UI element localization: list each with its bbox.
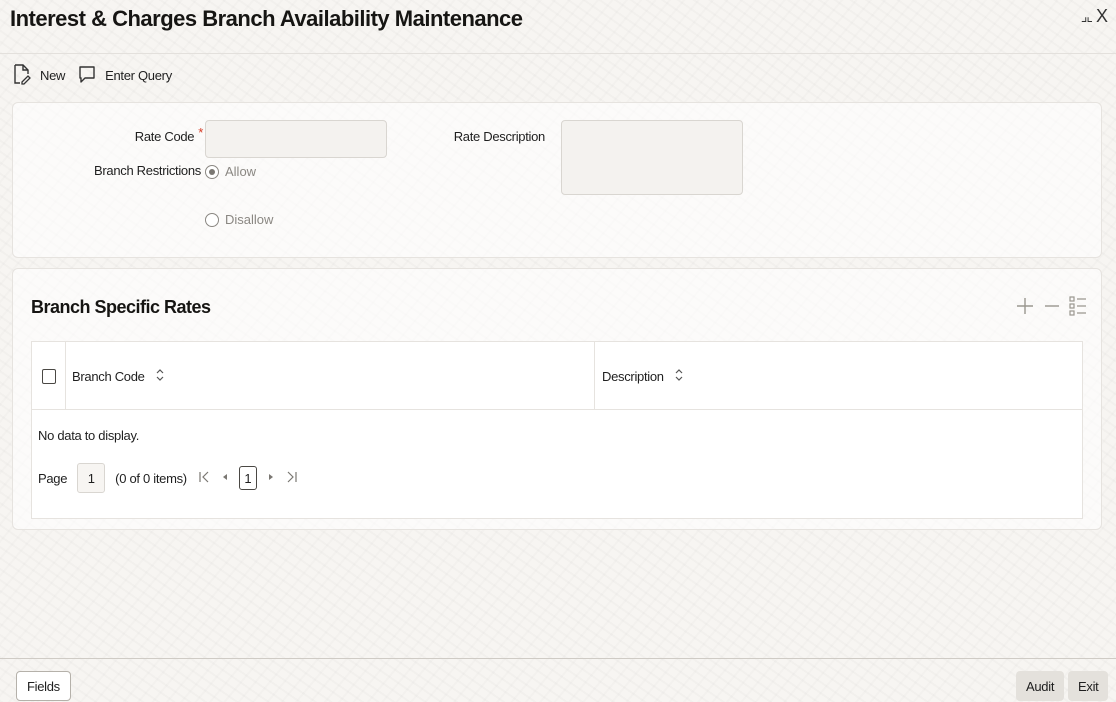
allow-radio[interactable]: Allow bbox=[205, 164, 256, 179]
previous-page-icon[interactable] bbox=[221, 470, 229, 487]
table-header: Branch Code Description bbox=[32, 342, 1082, 410]
disallow-radio[interactable]: Disallow bbox=[205, 212, 273, 227]
last-page-icon[interactable] bbox=[285, 470, 299, 487]
title-bar: Interest & Charges Branch Availability M… bbox=[0, 0, 1116, 54]
select-all-cell bbox=[32, 342, 66, 410]
new-button[interactable]: New bbox=[12, 61, 71, 90]
comment-icon bbox=[77, 64, 97, 87]
items-count: (0 of 0 items) bbox=[115, 470, 187, 486]
enter-query-button[interactable]: Enter Query bbox=[77, 62, 178, 89]
grid-actions bbox=[1015, 295, 1087, 321]
rate-description-label: Rate Description bbox=[453, 129, 546, 144]
empty-message: No data to display. bbox=[38, 428, 140, 443]
pagination: Page 1 (0 of 0 items) 1 bbox=[38, 463, 299, 493]
new-document-icon bbox=[12, 63, 32, 88]
rate-code-input[interactable] bbox=[205, 120, 387, 158]
radio-checked-icon bbox=[205, 164, 219, 179]
delete-row-icon[interactable] bbox=[1043, 296, 1061, 320]
fields-button[interactable]: Fields bbox=[16, 671, 71, 701]
add-row-icon[interactable] bbox=[1015, 296, 1035, 320]
sort-icon bbox=[155, 368, 165, 385]
column-divider bbox=[594, 342, 595, 410]
required-marker: * bbox=[198, 125, 203, 140]
radio-unchecked-icon bbox=[205, 212, 219, 227]
section-title: Branch Specific Rates bbox=[31, 297, 211, 317]
close-icon[interactable]: X bbox=[1096, 6, 1108, 26]
rate-description-input[interactable] bbox=[561, 120, 743, 195]
branch-rates-table: Branch Code Description No data to displ… bbox=[31, 341, 1083, 519]
exit-button[interactable]: Exit bbox=[1068, 671, 1109, 701]
branch-rates-panel: Branch Specific Rates Branch Code Descri… bbox=[12, 268, 1102, 530]
first-page-icon[interactable] bbox=[197, 470, 211, 487]
enter-query-label: Enter Query bbox=[105, 67, 172, 83]
column-header-label: Description bbox=[602, 368, 664, 384]
disallow-label: Disallow bbox=[225, 212, 274, 227]
footer: Fields Audit Exit bbox=[0, 658, 1116, 702]
sort-icon bbox=[674, 368, 684, 385]
column-header-branch-code[interactable]: Branch Code bbox=[72, 342, 165, 410]
page-number-input[interactable]: 1 bbox=[77, 463, 106, 493]
allow-label: Allow bbox=[225, 164, 257, 179]
single-record-view-icon[interactable] bbox=[1069, 295, 1087, 321]
column-header-label: Branch Code bbox=[72, 368, 145, 384]
next-page-icon[interactable] bbox=[267, 470, 275, 487]
new-label: New bbox=[40, 67, 66, 83]
rate-code-label: Rate Code * bbox=[134, 125, 204, 144]
column-header-description[interactable]: Description bbox=[602, 342, 684, 410]
toolbar: New Enter Query bbox=[12, 62, 178, 88]
select-all-checkbox[interactable] bbox=[42, 369, 56, 384]
branch-restrictions-label: Branch Restrictions bbox=[93, 163, 201, 178]
page-title: Interest & Charges Branch Availability M… bbox=[10, 6, 523, 31]
restore-icon[interactable]: ⌟⌞ bbox=[1081, 6, 1093, 26]
audit-button[interactable]: Audit bbox=[1016, 671, 1065, 701]
rate-form-panel: Rate Code * Rate Description Branch Restr… bbox=[12, 102, 1102, 258]
page-label: Page bbox=[38, 470, 68, 486]
current-page-button[interactable]: 1 bbox=[238, 466, 257, 490]
window-controls: ⌟⌞ X bbox=[1081, 6, 1108, 26]
